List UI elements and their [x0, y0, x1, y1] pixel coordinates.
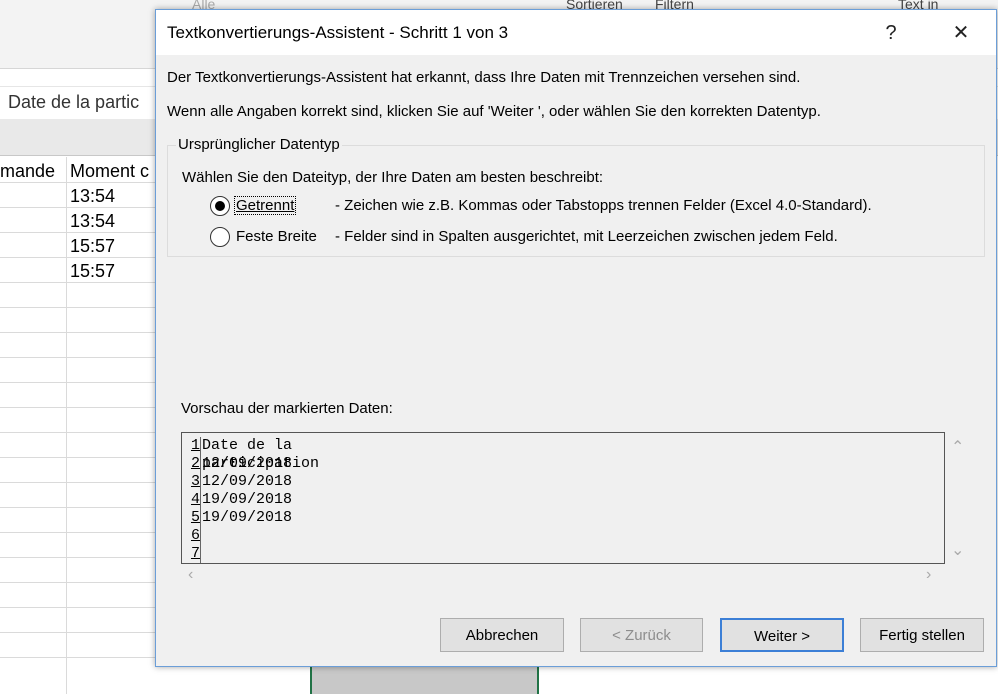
preview-row-number: 5 [182, 509, 201, 527]
group-label: Ursprünglicher Datentyp [176, 136, 342, 153]
preview-label: Vorschau der markierten Daten: [181, 400, 393, 417]
group-prompt: Wählen Sie den Dateityp, der Ihre Daten … [182, 169, 604, 186]
option-fixed-width-desc: - Felder sind in Spalten ausgerichtet, m… [335, 228, 838, 245]
help-button[interactable]: ? [876, 18, 906, 48]
grid-line [0, 257, 160, 258]
preview-row-number: 6 [182, 527, 201, 545]
preview-row-text: 12/09/2018 [202, 473, 293, 490]
scroll-down-icon[interactable]: ⌄ [951, 540, 964, 560]
scroll-left-icon[interactable]: ‹ [188, 566, 193, 584]
grid-line [0, 432, 160, 433]
back-button[interactable]: < Zurück [580, 618, 703, 652]
radio-selected-dot [215, 201, 225, 211]
grid-line [0, 382, 160, 383]
option-delimited-desc: - Zeichen wie z.B. Kommas oder Tabstopps… [335, 197, 872, 214]
grid-line [0, 457, 160, 458]
preview-row-number: 4 [182, 491, 201, 509]
time-cell[interactable]: 15:57 [70, 236, 115, 257]
grid-line [0, 307, 160, 308]
time-cell[interactable]: 13:54 [70, 211, 115, 232]
grid-line [0, 582, 160, 583]
intro-text-2: Wenn alle Angaben korrekt sind, klicken … [167, 103, 821, 120]
radio-fixed-width[interactable] [210, 227, 230, 247]
grid-line [0, 507, 160, 508]
grid-line [0, 632, 160, 633]
finish-button[interactable]: Fertig stellen [860, 618, 984, 652]
preview-row-number: 2 [182, 455, 201, 473]
header-cell-moment[interactable]: Moment c [70, 161, 149, 182]
grid-line [0, 357, 160, 358]
grid-line [0, 182, 160, 183]
formula-bar-text: Date de la partic [8, 92, 140, 112]
grid-line [0, 207, 160, 208]
grid-line [0, 557, 160, 558]
preview-row-number: 7 [182, 545, 201, 563]
option-delimited-text: Getrennt [236, 197, 295, 214]
preview-row-text: 19/09/2018 [202, 509, 293, 526]
preview-row-text: 19/09/2018 [202, 491, 293, 508]
radio-delimited[interactable] [210, 196, 230, 216]
time-cell[interactable]: 13:54 [70, 186, 115, 207]
grid-line [0, 482, 160, 483]
intro-text-1: Der Textkonvertierungs-Assistent hat erk… [167, 69, 801, 86]
grid-line [0, 332, 160, 333]
text-import-wizard-dialog: Textkonvertierungs-Assistent - Schritt 1… [155, 9, 997, 667]
grid-line [0, 607, 160, 608]
scroll-right-icon[interactable]: › [926, 566, 931, 584]
dialog-titlebar[interactable]: Textkonvertierungs-Assistent - Schritt 1… [156, 10, 996, 55]
option-delimited-label[interactable]: Getrennt [233, 196, 297, 215]
cancel-button[interactable]: Abbrechen [440, 618, 564, 652]
dialog-title: Textkonvertierungs-Assistent - Schritt 1… [167, 23, 509, 42]
data-type-group: Ursprünglicher Datentyp Wählen Sie den D… [167, 136, 985, 257]
time-cell[interactable]: 15:57 [70, 261, 115, 282]
grid-line [0, 232, 160, 233]
scroll-up-icon[interactable]: ⌃ [951, 437, 964, 457]
grid-line [0, 657, 160, 658]
preview-row-number: 3 [182, 473, 201, 491]
preview-row-text: 12/09/2018 [202, 455, 293, 472]
option-fixed-width-label[interactable]: Feste Breite [236, 228, 317, 245]
header-cell-mande[interactable]: mande [0, 161, 55, 182]
close-icon[interactable]: ✕ [946, 18, 976, 48]
grid-line [0, 282, 160, 283]
next-button[interactable]: Weiter > [720, 618, 844, 652]
preview-row-number: 1 [182, 437, 201, 455]
grid-line [0, 532, 160, 533]
grid-line [0, 407, 160, 408]
selected-column-remnant [310, 666, 539, 694]
data-preview[interactable]: 1 Date de la participation 2 12/09/2018 31… [181, 432, 945, 564]
